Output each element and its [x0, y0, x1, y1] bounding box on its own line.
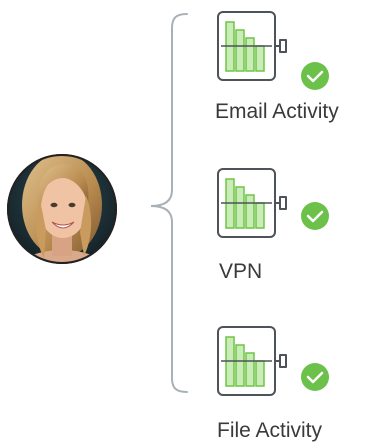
check-circle-icon: [301, 62, 329, 90]
bar-chart-icon: [217, 168, 287, 238]
activity-file: [217, 326, 329, 396]
bar-chart-icon: [217, 326, 287, 396]
activity-label-file: File Activity: [217, 419, 323, 442]
activity-email: [217, 11, 329, 90]
check-circle-icon: [301, 202, 329, 230]
activity-vpn: [217, 168, 329, 238]
avatar: [7, 154, 117, 264]
activity-label-vpn: VPN: [219, 260, 263, 283]
activity-diagram: [7, 11, 329, 396]
check-circle-icon: [301, 363, 329, 391]
person-portrait-icon: [8, 155, 116, 263]
bar-chart-icon: [217, 11, 287, 81]
activity-label-email: Email Activity: [215, 100, 339, 123]
bracket-connector: [150, 13, 188, 393]
